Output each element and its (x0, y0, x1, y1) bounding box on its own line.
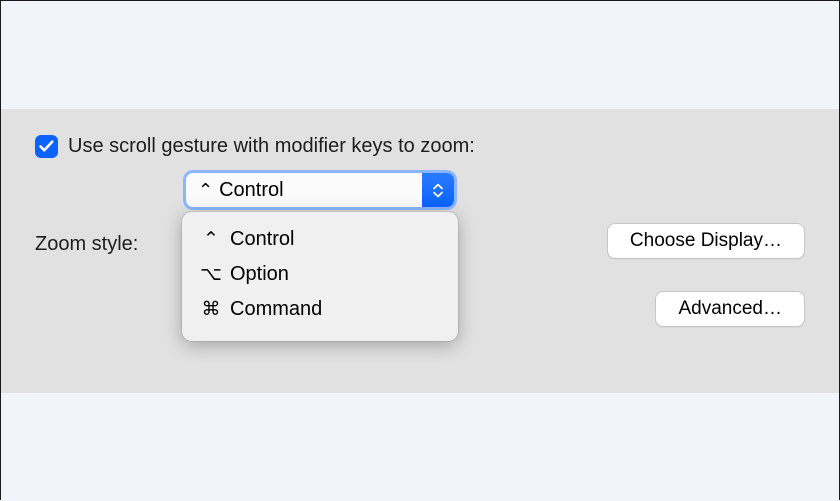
control-key-icon: ⌃ (198, 181, 213, 199)
menu-item-label: Option (230, 263, 289, 286)
modifier-key-dropdown[interactable]: ⌃ Control (186, 173, 454, 207)
accessibility-zoom-panel: Use scroll gesture with modifier keys to… (1, 109, 839, 393)
menu-item-option[interactable]: ⌥ Option (182, 257, 458, 292)
page-top-spacer (1, 1, 839, 109)
menu-item-label: Command (230, 298, 322, 321)
choose-display-button[interactable]: Choose Display… (607, 223, 805, 259)
advanced-button[interactable]: Advanced… (655, 291, 805, 327)
button-label: Choose Display… (630, 230, 782, 252)
command-key-icon: ⌘ (200, 298, 222, 321)
page-bottom-spacer (1, 393, 839, 501)
modifier-key-control: ⌃ Control ⌃ Control ⌥ Option ⌘ Command (186, 173, 454, 207)
button-label: Advanced… (678, 298, 782, 320)
scroll-gesture-checkbox[interactable] (35, 135, 58, 158)
zoom-style-label: Zoom style: (35, 233, 138, 256)
menu-item-command[interactable]: ⌘ Command (182, 292, 458, 327)
menu-item-control[interactable]: ⌃ Control (182, 222, 458, 257)
option-key-icon: ⌥ (200, 263, 222, 286)
modifier-dropdown-selected: Control (219, 179, 283, 202)
scroll-gesture-label: Use scroll gesture with modifier keys to… (68, 135, 475, 158)
scroll-gesture-row: Use scroll gesture with modifier keys to… (35, 135, 805, 158)
control-key-icon: ⌃ (200, 228, 222, 251)
modifier-key-menu: ⌃ Control ⌥ Option ⌘ Command (182, 212, 458, 341)
menu-item-label: Control (230, 228, 294, 251)
chevron-updown-icon (422, 173, 454, 207)
